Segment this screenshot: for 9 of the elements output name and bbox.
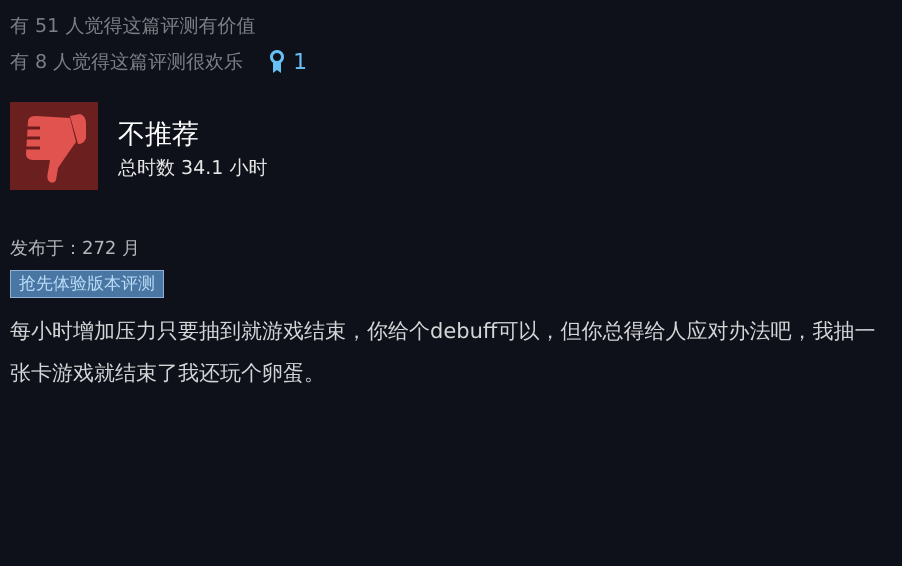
posted-date: 发布于：272 月 (10, 237, 142, 261)
early-access-tag: 抢先体验版本评测 (10, 270, 164, 298)
award-ribbon-icon (269, 50, 286, 74)
funny-count-text: 有 8 人觉得这篇评测很欢乐 (10, 50, 244, 75)
review-body: 每小时增加压力只要抽到就游戏结束，你给个debuff可以，但你总得给人应对办法吧，我抽一张卡游戏就结束了我还玩个卵蛋。 (10, 318, 876, 387)
helpful-count-text: 有 51 人觉得这篇评测有价值 (10, 14, 256, 39)
verdict-title: 不推荐 (118, 118, 200, 152)
award-count: 1 (293, 50, 308, 74)
playtime-text: 总时数 34.1 小时 (118, 156, 268, 181)
